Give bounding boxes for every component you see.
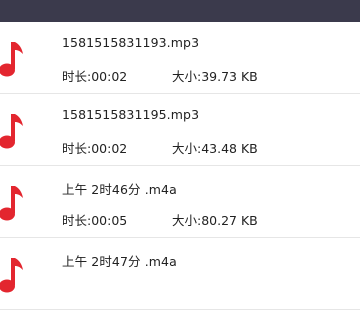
recording-duration: 时长:00:02 — [62, 69, 128, 84]
recording-duration: 时长:00:05 — [62, 213, 128, 228]
recording-list: 1581515831193.mp3 时长:00:02 大小:39.73 KB 1… — [0, 22, 360, 310]
recording-name: 上午 2时46分 .m4a — [62, 182, 177, 197]
recording-name: 1581515831193.mp3 — [62, 35, 200, 50]
music-note-icon — [0, 114, 23, 149]
recording-item[interactable]: 上午 2时46分 .m4a 时长:00:05 大小:80.27 KB — [0, 166, 360, 238]
recording-size: 大小:39.73 KB — [172, 69, 258, 84]
recording-size: 大小:80.27 KB — [172, 213, 258, 228]
recording-item[interactable]: 1581515831195.mp3 时长:00:02 大小:43.48 KB — [0, 94, 360, 166]
recording-name: 1581515831195.mp3 — [62, 107, 200, 122]
recording-item[interactable]: 上午 2时47分 .m4a — [0, 238, 360, 310]
recording-size: 大小:43.48 KB — [172, 141, 258, 156]
recording-duration: 时长:00:02 — [62, 141, 128, 156]
recording-name: 上午 2时47分 .m4a — [62, 254, 177, 269]
music-note-icon — [0, 258, 23, 293]
top-bar — [0, 0, 360, 22]
music-note-icon — [0, 42, 23, 77]
music-note-icon — [0, 186, 23, 221]
recording-item[interactable]: 1581515831193.mp3 时长:00:02 大小:39.73 KB — [0, 22, 360, 94]
